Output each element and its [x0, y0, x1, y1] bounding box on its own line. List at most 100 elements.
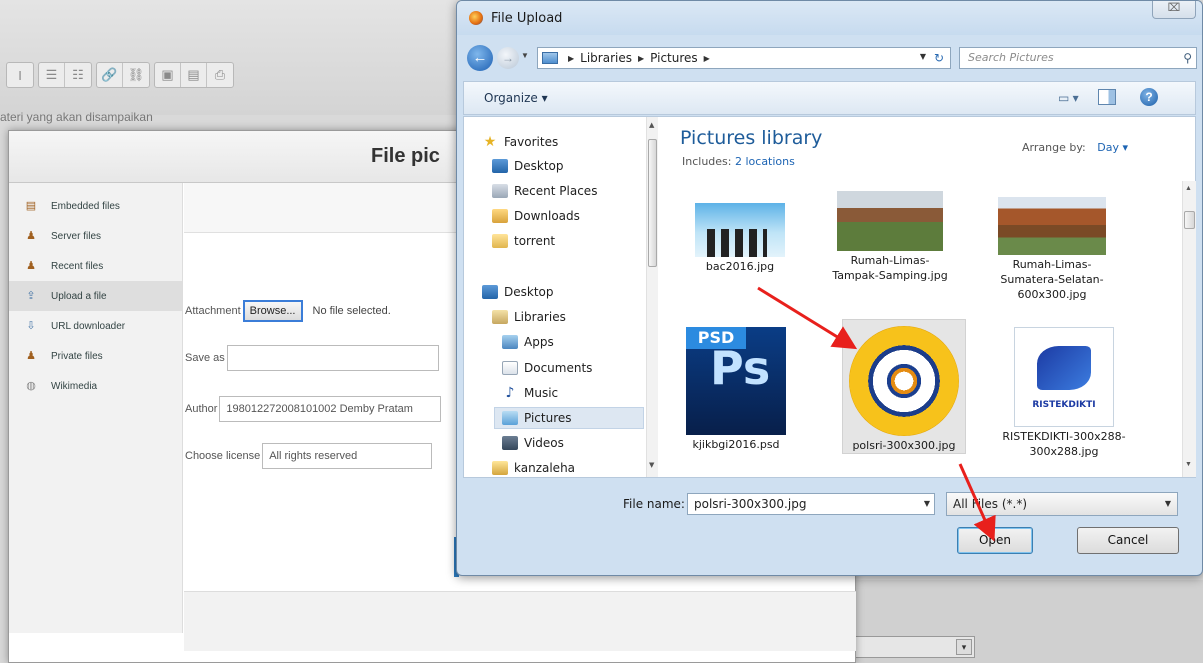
- dialog-body: ★ Favorites Desktop Recent Places Downloa…: [463, 116, 1196, 478]
- nav-torrent[interactable]: torrent: [492, 230, 642, 252]
- firefox-icon: [469, 11, 483, 25]
- nav-pictures[interactable]: Pictures: [494, 407, 644, 429]
- history-dropdown-icon[interactable]: ▼: [521, 51, 529, 60]
- nav-music[interactable]: ♪ Music: [502, 382, 652, 404]
- image-thumbnail: [849, 326, 959, 436]
- nav-downloads[interactable]: Downloads: [492, 205, 642, 227]
- repo-embedded-files[interactable]: ▤ Embedded files: [9, 191, 182, 221]
- search-icon[interactable]: ⚲: [1183, 48, 1192, 68]
- chevron-down-icon[interactable]: ▼: [1165, 493, 1171, 515]
- repo-label: Server files: [51, 230, 102, 242]
- nav-scrollbar[interactable]: ▲ ▼: [646, 117, 658, 477]
- breadcrumb-separator-icon[interactable]: ▶: [638, 54, 644, 63]
- file-item[interactable]: Rumah-Limas-Sumatera-Selatan-600x300.jpg: [990, 197, 1114, 302]
- url-icon: ⇩: [26, 320, 36, 332]
- cancel-button[interactable]: Cancel: [1077, 527, 1179, 554]
- file-name: kjikbgi2016.psd: [692, 438, 780, 451]
- nav-desktop[interactable]: Desktop: [482, 281, 632, 303]
- unlink-button[interactable]: ⛓: [123, 63, 149, 87]
- upload-icon: ⇪: [26, 290, 36, 302]
- link-button[interactable]: 🔗: [97, 63, 123, 87]
- includes-locations-link[interactable]: 2 locations: [735, 155, 795, 168]
- ordered-list-button[interactable]: ☷: [65, 63, 91, 87]
- repo-private-files[interactable]: ♟ Private files: [9, 341, 182, 371]
- file-name-value: polsri-300x300.jpg: [694, 497, 807, 511]
- change-view-icon[interactable]: ▭ ▾: [1058, 91, 1079, 105]
- nav-label: Documents: [524, 361, 593, 375]
- nav-label: Downloads: [514, 209, 580, 223]
- breadcrumb-separator-icon[interactable]: ▶: [704, 54, 710, 63]
- open-button[interactable]: Open: [957, 527, 1033, 554]
- nav-kanzaleha[interactable]: kanzaleha: [492, 457, 642, 479]
- scroll-up-icon[interactable]: ▲: [649, 121, 654, 129]
- breadcrumb-separator-icon[interactable]: ▶: [568, 54, 574, 63]
- forward-arrow-icon[interactable]: →: [497, 47, 519, 69]
- file-manager-button[interactable]: ⎙: [207, 63, 233, 87]
- refresh-icon[interactable]: ↻: [930, 50, 948, 66]
- file-item[interactable]: PSD Ps kjikbgi2016.psd: [674, 327, 798, 452]
- nav-label: Pictures: [524, 411, 572, 425]
- preview-pane-icon[interactable]: [1098, 89, 1116, 105]
- repo-recent-files[interactable]: ♟ Recent files: [9, 251, 182, 281]
- breadcrumb-pictures[interactable]: Pictures: [650, 51, 698, 65]
- desktop-icon: [492, 159, 508, 173]
- nav-label: Favorites: [504, 135, 559, 149]
- image-thumbnail: [695, 203, 785, 257]
- breadcrumb-libraries[interactable]: Libraries: [580, 51, 632, 65]
- chevron-down-icon[interactable]: ▾: [956, 639, 972, 655]
- license-select[interactable]: All rights reserved: [262, 443, 433, 469]
- file-type-select[interactable]: All Files (*.*) ▼: [946, 492, 1178, 516]
- address-bar[interactable]: ▶ Libraries ▶ Pictures ▶ ▼ ↻: [537, 47, 951, 69]
- image-button[interactable]: ▣: [155, 63, 181, 87]
- background-select[interactable]: ▾: [855, 636, 975, 658]
- organize-button[interactable]: Organize ▾: [484, 91, 548, 105]
- unordered-list-button[interactable]: ☰: [39, 63, 65, 87]
- user-folder-icon: [492, 461, 508, 475]
- nav-documents[interactable]: Documents: [502, 357, 652, 379]
- apps-icon: [502, 335, 518, 349]
- videos-icon: [502, 436, 518, 450]
- file-item[interactable]: Rumah-Limas-Tampak-Samping.jpg: [828, 191, 952, 283]
- search-input[interactable]: Search Pictures ⚲: [959, 47, 1197, 69]
- repo-upload-file[interactable]: ⇪ Upload a file: [9, 281, 182, 311]
- back-arrow-icon[interactable]: ←: [467, 45, 493, 71]
- file-name: Rumah-Limas-Tampak-Samping.jpg: [832, 254, 948, 282]
- downloads-icon: [492, 209, 508, 223]
- chevron-down-icon[interactable]: ▼: [924, 494, 930, 514]
- repo-wikimedia[interactable]: ◍ Wikimedia: [9, 371, 182, 401]
- media-button[interactable]: ▤: [181, 63, 207, 87]
- files-scrollbar[interactable]: ▲ ▼: [1182, 181, 1196, 477]
- scroll-up-icon[interactable]: ▲: [1185, 185, 1192, 192]
- file-item[interactable]: RISTEKDIKTI-300x288-300x288.jpg: [1002, 327, 1126, 459]
- nav-libraries[interactable]: Libraries: [492, 306, 642, 328]
- scroll-down-icon[interactable]: ▼: [1185, 461, 1192, 468]
- arrange-by: Arrange by: Day ▾: [1022, 141, 1128, 154]
- close-button[interactable]: ⌧: [1152, 1, 1196, 19]
- repo-url-downloader[interactable]: ⇩ URL downloader: [9, 311, 182, 341]
- save-as-input[interactable]: [226, 345, 439, 371]
- repo-server-files[interactable]: ♟ Server files: [9, 221, 182, 251]
- file-item[interactable]: bac2016.jpg: [678, 203, 802, 274]
- command-bar: Organize ▾ ▭ ▾ ?: [463, 81, 1196, 115]
- files-scroll-thumb[interactable]: [1184, 211, 1195, 229]
- nav-videos[interactable]: Videos: [502, 432, 652, 454]
- nav-scroll-thumb[interactable]: [648, 139, 657, 267]
- arrange-by-dropdown[interactable]: Day ▾: [1097, 141, 1128, 154]
- image-thumbnail: [998, 197, 1106, 255]
- file-item-selected[interactable]: polsri-300x300.jpg: [842, 319, 966, 454]
- file-name-input[interactable]: polsri-300x300.jpg ▼: [687, 493, 935, 515]
- help-icon[interactable]: ?: [1140, 88, 1158, 106]
- includes-label: Includes:: [682, 155, 732, 168]
- file-name: bac2016.jpg: [705, 260, 775, 273]
- browse-button[interactable]: Browse...: [242, 300, 303, 322]
- address-dropdown-icon[interactable]: ▼: [920, 52, 926, 61]
- nav-apps[interactable]: Apps: [502, 331, 652, 353]
- repo-label: Upload a file: [51, 290, 107, 302]
- scroll-down-icon[interactable]: ▼: [649, 461, 654, 469]
- italic-button[interactable]: I: [7, 63, 33, 87]
- author-input[interactable]: 198012272008101002 Demby Pratam: [219, 396, 442, 422]
- nav-desktop-fav[interactable]: Desktop: [492, 155, 642, 177]
- nav-favorites[interactable]: ★ Favorites: [482, 131, 632, 153]
- repository-list: ▤ Embedded files ♟ Server files ♟ Recent fi…: [9, 183, 183, 633]
- nav-recent-places[interactable]: Recent Places: [492, 180, 642, 202]
